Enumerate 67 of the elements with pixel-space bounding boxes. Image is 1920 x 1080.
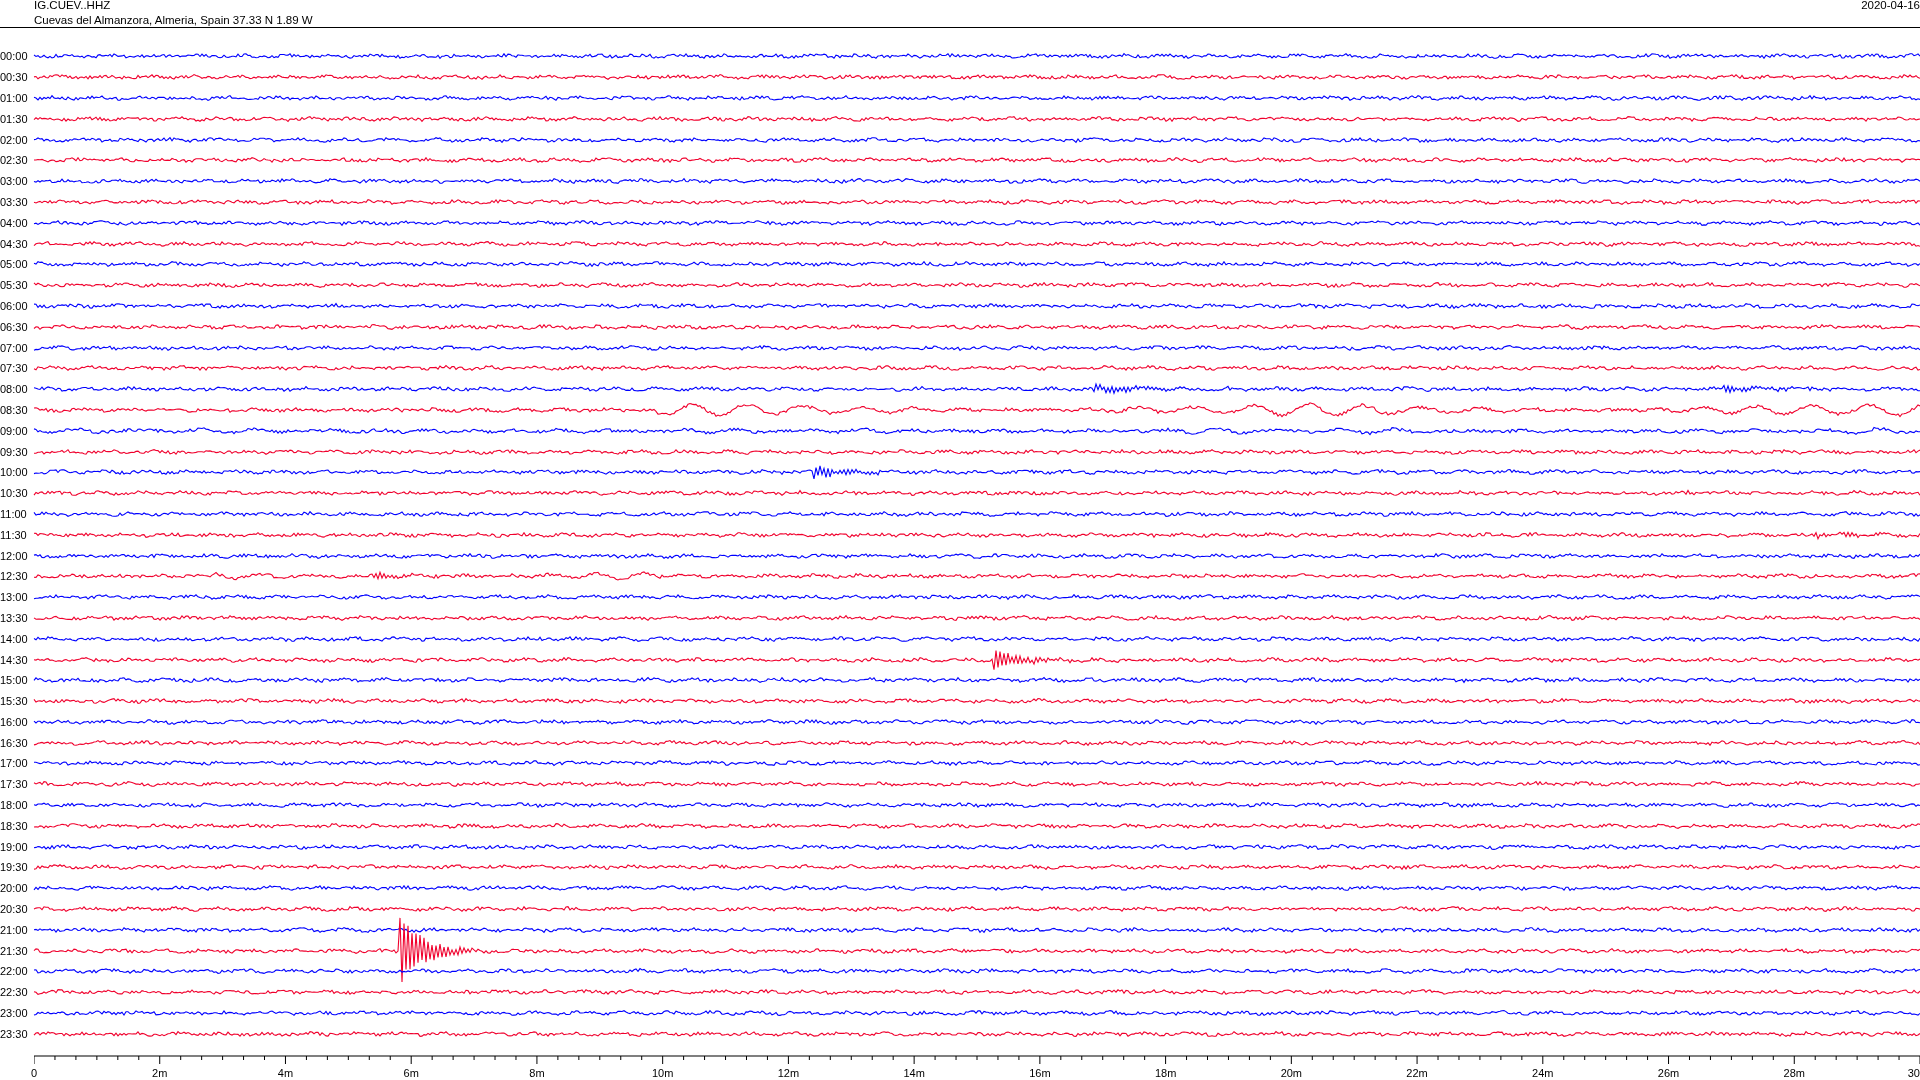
time-label: 18:30 bbox=[0, 819, 29, 832]
time-label: 18:00 bbox=[0, 799, 29, 812]
time-label: 02:30 bbox=[0, 154, 29, 167]
time-label: 19:30 bbox=[0, 861, 29, 874]
time-label: 14:30 bbox=[0, 653, 29, 666]
axis-tick-label: 24m bbox=[1532, 1067, 1554, 1080]
axis-tick-label: 18m bbox=[1154, 1067, 1177, 1080]
time-label: 04:30 bbox=[0, 237, 29, 250]
axis-tick-label: 14m bbox=[903, 1067, 925, 1080]
time-label: 01:00 bbox=[0, 92, 29, 104]
time-label: 16:30 bbox=[0, 736, 29, 749]
time-label: 05:30 bbox=[0, 279, 29, 292]
axis-tick-label: 28m bbox=[1783, 1067, 1805, 1080]
time-label: 19:00 bbox=[0, 840, 29, 853]
time-label: 11:00 bbox=[0, 507, 28, 520]
axis-tick-label: 30 bbox=[1907, 1067, 1920, 1080]
time-label: 20:00 bbox=[0, 882, 29, 895]
time-label: 03:00 bbox=[0, 175, 29, 188]
time-label: 08:00 bbox=[0, 383, 29, 396]
axis-tick-label: 0 bbox=[31, 1067, 38, 1080]
time-label: 03:30 bbox=[0, 195, 29, 208]
axis-tick-label: 2m bbox=[152, 1067, 168, 1080]
time-label: 10:30 bbox=[0, 487, 29, 500]
time-label: 23:30 bbox=[0, 1027, 29, 1040]
time-label: 04:00 bbox=[0, 216, 29, 229]
time-label: 02:00 bbox=[0, 133, 29, 146]
station-location: Cuevas del Almanzora, Almeria, Spain 37.33 N 1.89 W bbox=[34, 14, 313, 27]
axis-tick-label: 10m bbox=[651, 1067, 674, 1080]
time-label: 22:00 bbox=[0, 965, 29, 978]
time-label: 05:00 bbox=[0, 258, 29, 271]
time-label: 14:00 bbox=[0, 632, 29, 645]
time-label: 00:00 bbox=[0, 50, 29, 63]
time-label: 22:30 bbox=[0, 986, 29, 999]
axis-tick-label: 22m bbox=[1406, 1067, 1428, 1080]
time-label: 09:30 bbox=[0, 445, 29, 458]
time-label: 16:00 bbox=[0, 715, 29, 728]
axis-tick-label: 16m bbox=[1029, 1067, 1051, 1080]
time-label: 09:00 bbox=[0, 424, 29, 437]
time-label: 21:00 bbox=[0, 923, 29, 936]
time-label: 11:30 bbox=[0, 528, 28, 541]
time-label: 17:30 bbox=[0, 778, 29, 791]
time-label: 13:30 bbox=[0, 611, 29, 624]
time-label: 10:00 bbox=[0, 466, 29, 479]
time-label: 17:00 bbox=[0, 757, 29, 770]
record-date: 2020-04-16 bbox=[1861, 0, 1920, 13]
time-label: 15:00 bbox=[0, 674, 29, 687]
time-label: 06:00 bbox=[0, 299, 29, 312]
time-label: 12:30 bbox=[0, 570, 29, 583]
time-label: 23:00 bbox=[0, 1007, 29, 1020]
axis-tick-label: 6m bbox=[403, 1067, 419, 1080]
axis-tick-label: 20m bbox=[1280, 1067, 1303, 1080]
time-label: 21:30 bbox=[0, 944, 29, 957]
time-label: 00:30 bbox=[0, 71, 29, 84]
axis-tick-label: 8m bbox=[529, 1067, 545, 1080]
station-code: IG.CUEV..HHZ bbox=[34, 0, 112, 12]
time-label: 13:00 bbox=[0, 591, 29, 604]
axis-tick-label: 26m bbox=[1657, 1067, 1680, 1080]
time-label: 07:30 bbox=[0, 362, 29, 375]
time-label: 06:30 bbox=[0, 320, 29, 333]
time-label: 20:30 bbox=[0, 903, 29, 916]
time-label: 12:00 bbox=[0, 549, 29, 562]
time-label: 15:30 bbox=[0, 695, 29, 708]
axis-tick-label: 4m bbox=[277, 1067, 294, 1080]
axis-tick-label: 12m bbox=[777, 1067, 800, 1080]
time-label: 07:00 bbox=[0, 341, 29, 354]
time-label: 01:30 bbox=[0, 112, 29, 125]
time-label: 08:30 bbox=[0, 403, 29, 416]
